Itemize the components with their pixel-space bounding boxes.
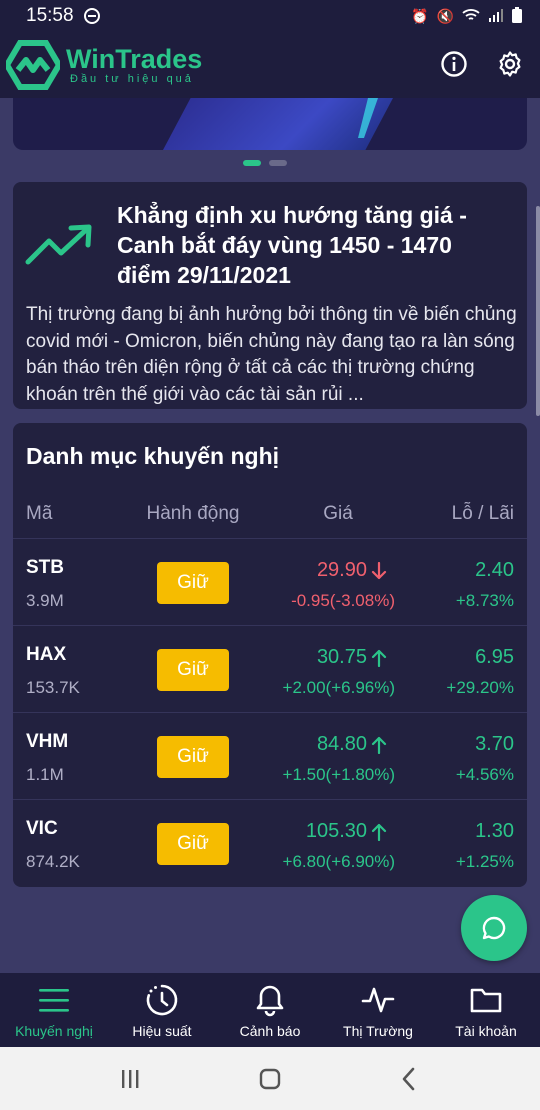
profit-loss-percent: +1.25% (455, 852, 514, 871)
table-row[interactable]: STB 3.9M Giữ 29.90 -0.95(-3.08%) 2.40 +8… (13, 539, 527, 626)
stock-price: 105.30 (306, 820, 387, 843)
do-not-disturb-icon (83, 8, 100, 24)
header-actions (440, 50, 524, 78)
recent-apps-icon[interactable] (117, 1066, 143, 1092)
stock-code: HAX (26, 644, 67, 665)
chat-bubble-icon (482, 916, 506, 940)
brand-tagline: Đầu tư hiệu quả (70, 73, 194, 85)
battery-icon (512, 6, 522, 26)
bottom-nav: Khuyến nghị Hiệu suất Cảnh báo Thị Trườn… (0, 973, 540, 1047)
home-icon[interactable] (257, 1066, 283, 1092)
price-change: +1.50(+1.80%) (282, 765, 395, 784)
brand-name: WinTrades (66, 44, 203, 74)
carousel-indicator (243, 160, 287, 166)
profit-loss-percent: +4.56% (455, 765, 514, 784)
scrollbar[interactable] (536, 206, 540, 416)
profit-loss-value: 2.40 (475, 559, 514, 581)
pulse-icon (361, 987, 395, 1013)
arrow-down-icon (371, 561, 387, 579)
trending-up-icon (25, 224, 92, 265)
nav-item-performance[interactable]: Hiệu suất (108, 973, 216, 1047)
status-icons: ⏰ 🔇 (411, 6, 522, 26)
header-price: Giá (323, 502, 353, 524)
stock-code: VIC (26, 818, 58, 839)
price-change: +2.00(+6.96%) (282, 678, 395, 697)
price-value: 30.75 (316, 646, 367, 668)
stock-price: 29.90 (317, 559, 387, 582)
status-time: 15:58 (26, 5, 74, 26)
hold-button[interactable]: Giữ (157, 562, 229, 604)
profit-loss-value: 6.95 (475, 646, 514, 668)
chat-button[interactable] (461, 895, 527, 961)
nav-item-market[interactable]: Thị Trường (324, 973, 432, 1047)
stock-code: STB (26, 557, 64, 578)
mute-icon: 🔇 (436, 7, 454, 24)
nav-label: Tài khoản (455, 1023, 517, 1039)
info-icon[interactable] (440, 50, 468, 78)
header-profit-loss: Lỗ / Lãi (451, 502, 514, 524)
profit-loss-percent: +29.20% (446, 678, 514, 697)
arrow-up-icon (371, 736, 387, 754)
banner-graphic (163, 98, 393, 150)
banner-carousel[interactable] (13, 98, 527, 150)
profit-loss-percent: +8.73% (455, 591, 514, 610)
recommended-portfolio: Danh mục khuyến nghị Mã Hành động Giá Lỗ… (13, 423, 527, 887)
hold-button[interactable]: Giữ (157, 649, 229, 691)
hold-button[interactable]: Giữ (157, 736, 229, 778)
stock-volume: 874.2K (26, 852, 80, 871)
signal-icon (488, 8, 504, 25)
profit-loss-value: 3.70 (475, 733, 514, 755)
stock-volume: 1.1M (26, 765, 64, 784)
table-row[interactable]: HAX 153.7K Giữ 30.75 +2.00(+6.96%) 6.95 … (13, 626, 527, 713)
price-value: 84.80 (316, 733, 367, 755)
price-value: 29.90 (316, 559, 367, 581)
carousel-dot-2[interactable] (269, 160, 287, 166)
price-change: +6.80(+6.90%) (282, 852, 395, 871)
status-bar: 15:58 ⏰ 🔇 (0, 0, 540, 32)
carousel-dot-1[interactable] (243, 160, 261, 166)
news-card[interactable]: Khẳng định xu hướng tăng giá - Canh bắt … (13, 182, 527, 409)
folder-icon (470, 988, 502, 1013)
app-header: WinTrades Đầu tư hiệu quả (0, 32, 540, 98)
header-code: Mã (26, 502, 53, 524)
settings-gear-icon[interactable] (496, 50, 524, 78)
nav-label: Thị Trường (343, 1023, 413, 1039)
price-value: 105.30 (305, 820, 367, 842)
menu-icon (39, 989, 69, 1012)
back-icon[interactable] (397, 1066, 423, 1092)
nav-item-account[interactable]: Tài khoản (432, 973, 540, 1047)
system-nav-bar (0, 1047, 540, 1110)
price-change: -0.95(-3.08%) (291, 591, 395, 610)
stock-volume: 3.9M (26, 591, 64, 610)
nav-item-recommendations[interactable]: Khuyến nghị (0, 973, 108, 1047)
profit-loss-value: 1.30 (475, 820, 514, 842)
table-header: Mã Hành động Giá Lỗ / Lãi (13, 489, 527, 539)
wintrades-logo-icon (6, 40, 60, 90)
arrow-up-icon (371, 823, 387, 841)
arrow-up-icon (371, 649, 387, 667)
alarm-icon: ⏰ (411, 7, 429, 24)
brand: WinTrades Đầu tư hiệu quả (66, 45, 202, 85)
nav-item-alerts[interactable]: Cảnh báo (216, 973, 324, 1047)
table-row[interactable]: VIC 874.2K Giữ 105.30 +6.80(+6.90%) 1.30… (13, 800, 527, 887)
header-action: Hành động (146, 502, 240, 524)
hold-button[interactable]: Giữ (157, 823, 229, 865)
bell-icon (256, 985, 284, 1017)
nav-label: Hiệu suất (132, 1023, 192, 1039)
table-row[interactable]: VHM 1.1M Giữ 84.80 +1.50(+1.80%) 3.70 +4… (13, 713, 527, 800)
nav-label: Khuyến nghị (15, 1023, 93, 1039)
portfolio-title: Danh mục khuyến nghị (26, 443, 280, 469)
stock-price: 30.75 (317, 646, 387, 669)
stock-code: VHM (26, 731, 69, 752)
stock-volume: 153.7K (26, 678, 80, 697)
nav-label: Cảnh báo (239, 1023, 301, 1039)
performance-icon (146, 984, 178, 1016)
stock-price: 84.80 (317, 733, 387, 756)
news-title: Khẳng định xu hướng tăng giá - Canh bắt … (117, 202, 467, 288)
news-body: Thị trường đang bị ảnh hưởng bởi thông t… (26, 304, 517, 405)
wifi-icon (462, 8, 480, 25)
